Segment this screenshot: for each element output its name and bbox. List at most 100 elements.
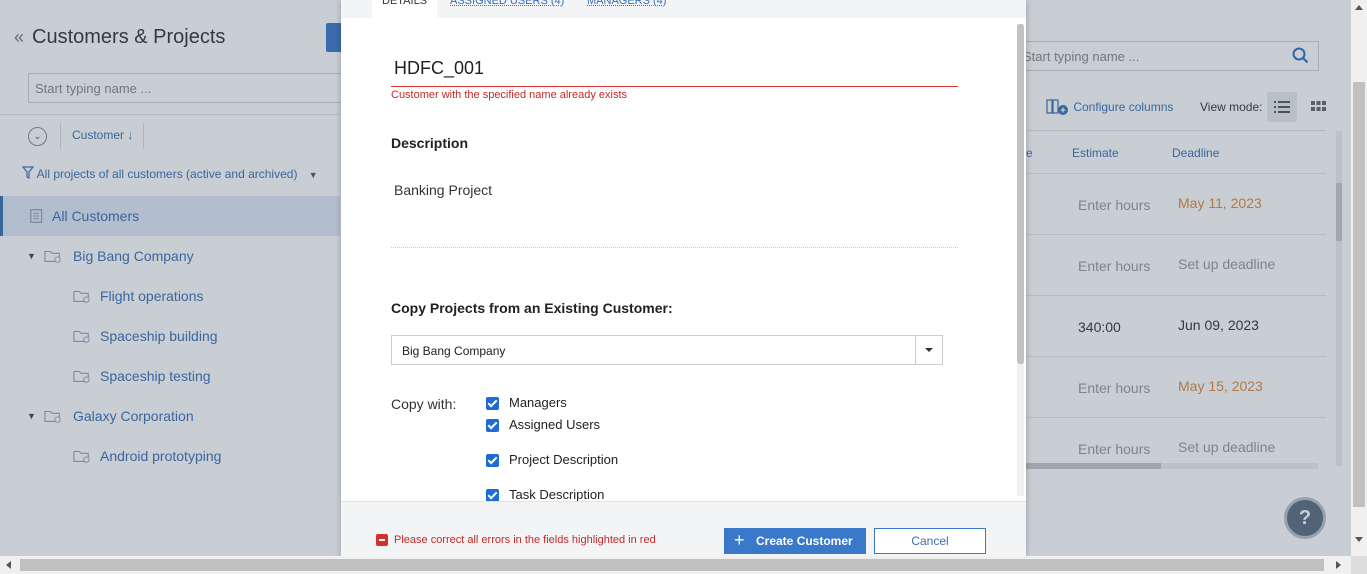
divider xyxy=(1026,130,1326,131)
configure-columns-label: Configure columns xyxy=(1073,100,1174,114)
sort-bar: ⌄ Customer ↓ xyxy=(0,114,340,156)
column-header-partial[interactable]: e xyxy=(1026,146,1033,160)
checkbox-checked-icon[interactable] xyxy=(486,397,499,410)
dialog-footer: Please correct all errors in the fields … xyxy=(341,501,1026,556)
configure-columns-button[interactable]: Configure columns xyxy=(1046,98,1173,116)
list-view-button[interactable] xyxy=(1267,92,1297,122)
deadline-cell[interactable]: Set up deadline xyxy=(1178,256,1275,272)
expand-all-button[interactable]: ⌄ xyxy=(28,127,47,146)
tree-item[interactable]: All Customers xyxy=(0,196,340,236)
form-error-message: Please correct all errors in the fields … xyxy=(394,534,656,546)
tree-item[interactable]: Spaceship testing xyxy=(0,356,340,396)
divider xyxy=(60,123,61,149)
tree-item[interactable]: Android prototyping xyxy=(0,436,340,476)
customer-name-input[interactable]: HDFC_001 xyxy=(391,58,958,87)
list-view-icon xyxy=(1274,101,1290,113)
sort-by-customer-button[interactable]: Customer ↓ xyxy=(72,128,133,142)
copy-option-label: Managers xyxy=(509,395,567,410)
table-vertical-scrollbar[interactable] xyxy=(1336,131,1342,466)
filter-label: All projects of all customers (active an… xyxy=(36,167,298,181)
help-button[interactable]: ? xyxy=(1284,497,1326,539)
estimate-cell[interactable]: Enter hours xyxy=(1078,380,1150,396)
description-heading: Description xyxy=(391,135,469,151)
cancel-button[interactable]: Cancel xyxy=(874,528,986,554)
project-filter-dropdown[interactable]: All projects of all customers (active an… xyxy=(21,166,318,181)
plus-icon: + xyxy=(734,530,745,550)
table-row: Enter hours May 11, 2023 xyxy=(1026,173,1326,234)
customer-search-input[interactable]: Start typing name ... xyxy=(28,73,348,103)
copy-projects-heading: Copy Projects from an Existing Customer: xyxy=(391,300,673,316)
page-vertical-scrollbar[interactable] xyxy=(1351,0,1367,556)
copy-option-label: Assigned Users xyxy=(509,417,601,432)
expand-arrow-icon[interactable]: ▼ xyxy=(27,236,36,276)
search-icon[interactable] xyxy=(1292,47,1309,64)
table-row: Enter hours Set up deadline xyxy=(1026,234,1326,295)
table-vertical-scroll-thumb[interactable] xyxy=(1336,183,1342,241)
checkbox-checked-icon[interactable] xyxy=(486,454,499,467)
column-header-estimate[interactable]: Estimate xyxy=(1072,146,1119,160)
tab-assigned-users[interactable]: ASSIGNED USERS (4) xyxy=(440,0,574,18)
view-mode-label: View mode: xyxy=(1200,100,1263,114)
copy-source-select[interactable]: Big Bang Company xyxy=(391,335,943,365)
column-header-deadline[interactable]: Deadline xyxy=(1172,146,1219,160)
table-row: Enter hours May 15, 2023 xyxy=(1026,356,1326,417)
tree-item[interactable]: Flight operations xyxy=(0,276,340,316)
description-underline xyxy=(391,247,958,248)
tree-item-label: Flight operations xyxy=(100,288,204,304)
tree-item[interactable]: Spaceship building xyxy=(0,316,340,356)
create-customer-button[interactable]: + Create Customer xyxy=(724,528,866,554)
grid-view-button[interactable] xyxy=(1304,92,1334,122)
table-horizontal-scroll-thumb[interactable] xyxy=(1026,463,1161,469)
deadline-cell[interactable]: Set up deadline xyxy=(1178,439,1275,455)
estimate-cell[interactable]: 340:00 xyxy=(1078,319,1121,335)
tree-item[interactable]: ▼ Big Bang Company xyxy=(0,236,340,276)
description-input[interactable]: Banking Project xyxy=(394,182,492,198)
deadline-cell[interactable]: Jun 09, 2023 xyxy=(1178,317,1259,333)
customer-folder-icon xyxy=(44,250,61,263)
dialog-scroll-thumb[interactable] xyxy=(1017,24,1024,364)
estimate-cell[interactable]: Enter hours xyxy=(1078,258,1150,274)
tree-item-label: Big Bang Company xyxy=(73,248,194,264)
grid-view-icon xyxy=(1311,101,1326,111)
project-search-input[interactable]: Start typing name ... xyxy=(1016,41,1319,71)
caret-down-icon: ▼ xyxy=(308,170,318,180)
page-title-text: Customers & Projects xyxy=(32,26,226,48)
tree-item-label: All Customers xyxy=(52,208,140,224)
deadline-cell[interactable]: May 11, 2023 xyxy=(1178,195,1262,211)
page-horizontal-scrollbar[interactable] xyxy=(0,556,1351,574)
page-vertical-scroll-thumb[interactable] xyxy=(1353,82,1365,507)
tab-details[interactable]: DETAILS xyxy=(372,0,438,18)
copy-option-label: Task Description xyxy=(509,487,605,502)
error-icon xyxy=(376,534,388,546)
customers-projects-panel: « Customers & Projects Start typing name … xyxy=(0,0,348,476)
page-horizontal-scroll-thumb[interactable] xyxy=(20,559,1324,571)
estimate-cell[interactable]: Enter hours xyxy=(1078,197,1150,213)
deadline-cell[interactable]: May 15, 2023 xyxy=(1178,378,1263,394)
scroll-right-icon[interactable] xyxy=(1336,561,1341,569)
name-error-message: Customer with the specified name already… xyxy=(391,89,627,101)
tree-item[interactable]: ▼ Galaxy Corporation xyxy=(0,396,340,436)
copy-source-value: Big Bang Company xyxy=(402,344,506,358)
add-customer-button[interactable] xyxy=(326,23,341,52)
chevron-down-icon[interactable] xyxy=(915,336,942,364)
tab-managers[interactable]: MANAGERS (4) xyxy=(577,0,676,18)
configure-columns-icon xyxy=(1046,99,1068,115)
table-row: 340:00 Jun 09, 2023 xyxy=(1026,295,1326,356)
list-icon xyxy=(30,209,43,223)
project-folder-icon xyxy=(73,370,90,383)
tree-item-label: Spaceship building xyxy=(100,328,218,344)
scroll-left-icon[interactable] xyxy=(6,561,11,569)
customer-folder-icon xyxy=(44,410,61,423)
scroll-up-icon[interactable] xyxy=(1355,5,1363,10)
scroll-down-icon[interactable] xyxy=(1355,537,1363,542)
projects-table-panel: Start typing name ... Configure columns … xyxy=(1016,0,1353,539)
estimate-cell[interactable]: Enter hours xyxy=(1078,441,1150,457)
filter-icon xyxy=(21,166,35,179)
project-folder-icon xyxy=(73,330,90,343)
dialog-tabs: DETAILS ASSIGNED USERS (4) MANAGERS (4) xyxy=(341,0,1026,18)
page-title: « Customers & Projects xyxy=(14,26,225,49)
checkbox-checked-icon[interactable] xyxy=(486,419,499,432)
expand-arrow-icon[interactable]: ▼ xyxy=(27,396,36,436)
project-folder-icon xyxy=(73,450,90,463)
collapse-panel-icon[interactable]: « xyxy=(14,27,24,47)
